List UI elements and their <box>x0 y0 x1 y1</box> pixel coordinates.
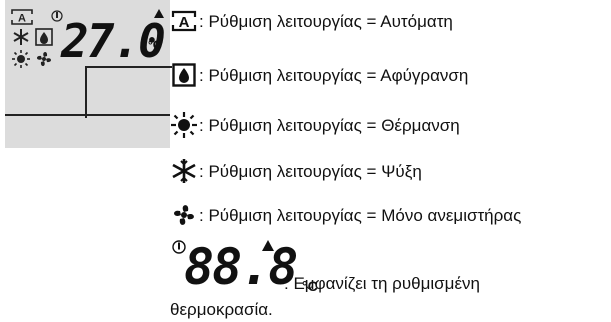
legend-text-dry: : Ρύθμιση λειτουργίας = Αφύγρανση <box>199 65 469 85</box>
fan-mode-icon <box>170 201 198 229</box>
lcd-display-panel: A 27.0 °C <box>5 0 172 148</box>
svg-text:A: A <box>18 13 26 25</box>
lcd-temperature-unit: °C <box>148 38 162 52</box>
legend-row-cool: : Ρύθμιση λειτουργίας = Ψύξη <box>170 156 422 186</box>
legend-row-heat: : Ρύθμιση λειτουργίας = Θέρμανση <box>170 110 460 140</box>
lcd-divider-line <box>5 114 170 116</box>
lcd-inner-frame <box>85 66 172 118</box>
svg-text:A: A <box>179 14 190 31</box>
cool-mode-icon <box>170 157 198 185</box>
heat-mode-icon <box>170 111 198 139</box>
snowflake-icon <box>13 29 29 45</box>
legend-text-cool: : Ρύθμιση λειτουργίας = Ψύξη <box>199 161 422 181</box>
legend-text-auto: : Ρύθμιση λειτουργίας = Αυτόματη <box>199 11 453 31</box>
auto-mode-icon: A <box>170 7 198 35</box>
legend-row-auto: A : Ρύθμιση λειτουργίας = Αυτόματη <box>170 6 453 36</box>
up-arrow-icon <box>154 9 164 18</box>
temperature-legend-digits: 88.8 <box>184 238 298 296</box>
temperature-legend-text-line2: θερμοκρασία. <box>170 300 273 319</box>
legend-row-fan: : Ρύθμιση λειτουργίας = Μόνο ανεμιστήρας <box>170 200 521 230</box>
temperature-legend-text-line1: : Εμφανίζει τη ρυθμισμένη <box>284 274 480 293</box>
auto-mode-icon: A <box>11 9 33 25</box>
sun-icon <box>12 50 30 68</box>
up-arrow-icon <box>262 240 274 251</box>
legend-row-dry: : Ρύθμιση λειτουργίας = Αφύγρανση <box>170 60 468 90</box>
legend-text-heat: : Ρύθμιση λειτουργίας = Θέρμανση <box>199 115 460 135</box>
fan-icon <box>36 51 52 67</box>
dry-icon <box>35 28 53 46</box>
dry-mode-icon <box>170 61 198 89</box>
legend-text-fan: : Ρύθμιση λειτουργίας = Μόνο ανεμιστήρας <box>199 205 522 225</box>
